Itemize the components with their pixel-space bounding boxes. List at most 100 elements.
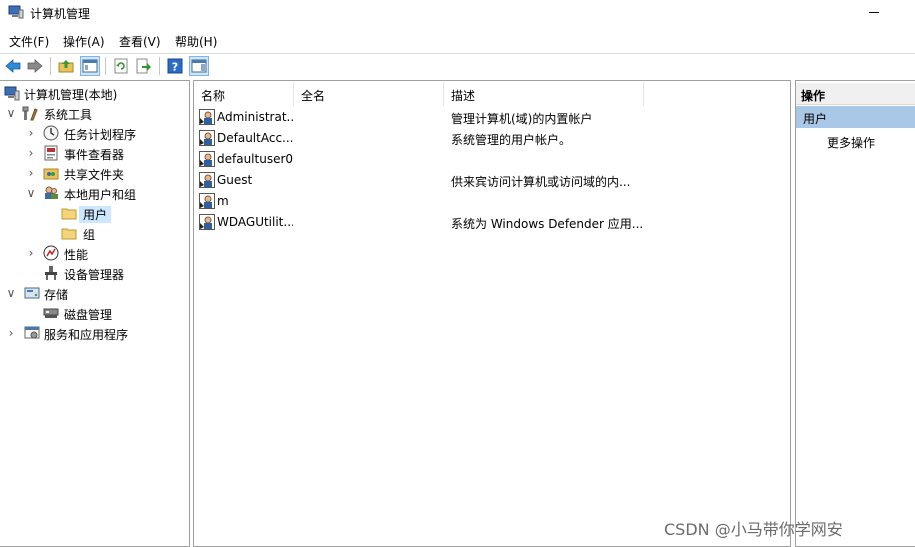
- menu-bar: 文件(F) 操作(A) 查看(V) 帮助(H): [0, 29, 915, 51]
- tree-item-disk-management[interactable]: 磁盘管理: [0, 303, 189, 323]
- user-icon: [199, 172, 215, 188]
- tree-item-system-tools[interactable]: ∨ 系统工具: [0, 103, 189, 123]
- user-description-cell: 系统管理的用户帐户。: [451, 133, 572, 147]
- clock-icon: [43, 125, 59, 141]
- tree-label-disk-management: 磁盘管理: [64, 308, 113, 322]
- table-row[interactable]: DefaultAcc... 系统管理的用户帐户。: [196, 128, 790, 149]
- menu-action[interactable]: 操作(A): [63, 33, 105, 50]
- chevron-right-icon[interactable]: ›: [5, 326, 17, 340]
- tree-label-system-tools: 系统工具: [44, 108, 93, 122]
- tree-label-services-apps: 服务和应用程序: [44, 328, 129, 342]
- tree-item-shared-folders[interactable]: › 共享文件夹: [0, 163, 189, 183]
- table-row[interactable]: m: [196, 191, 790, 212]
- user-name-cell: DefaultAcc...: [217, 131, 293, 145]
- title-bar: 计算机管理: [0, 0, 915, 26]
- chevron-right-icon[interactable]: ›: [25, 166, 37, 180]
- svg-text:?: ?: [172, 61, 178, 74]
- chevron-down-icon[interactable]: ∨: [5, 286, 17, 300]
- tree-label-device-manager: 设备管理器: [64, 268, 125, 282]
- column-header-name[interactable]: 名称: [194, 82, 294, 106]
- user-description-cell: 管理计算机(域)的内置帐户: [451, 112, 593, 126]
- menu-file[interactable]: 文件(F): [9, 33, 49, 50]
- menu-view[interactable]: 查看(V): [119, 33, 161, 50]
- window-title: 计算机管理: [30, 7, 91, 21]
- tree-item-services-apps[interactable]: › 服务和应用程序: [0, 323, 189, 343]
- users-list: 名称 全名 描述 Administrat... 管理计算机(域)的内置帐户 Defa…: [193, 80, 791, 547]
- tree-item-task-scheduler[interactable]: › 任务计划程序: [0, 123, 189, 143]
- user-name-cell: m: [217, 194, 229, 208]
- up-folder-icon[interactable]: [56, 56, 76, 76]
- tree-label-shared-folders: 共享文件夹: [64, 168, 125, 182]
- tree-item-device-manager[interactable]: 设备管理器: [0, 263, 189, 283]
- table-row[interactable]: Administrat... 管理计算机(域)的内置帐户: [196, 107, 790, 128]
- watermark: CSDN @小马带你学网安: [664, 520, 843, 539]
- chevron-right-icon[interactable]: ›: [25, 126, 37, 140]
- tree-label-users: 用户: [79, 206, 112, 223]
- performance-icon: [43, 245, 59, 261]
- computer-management-icon: [4, 86, 20, 101]
- toolbar-separator: [105, 57, 106, 75]
- show-hide-tree-icon[interactable]: [80, 56, 100, 76]
- tree-item-event-viewer[interactable]: › 事件查看器: [0, 143, 189, 163]
- tree-item-users[interactable]: 用户: [0, 203, 189, 223]
- actions-section-users[interactable]: 用户: [796, 106, 915, 128]
- toolbar: ?: [0, 53, 915, 77]
- tree-label-performance: 性能: [64, 248, 89, 262]
- tree-label-storage: 存储: [44, 288, 69, 302]
- help-icon[interactable]: ?: [165, 56, 185, 76]
- shared-folder-icon: [43, 168, 59, 180]
- more-actions-link[interactable]: 更多操作: [827, 134, 875, 151]
- user-name-cell: WDAGUtilit...: [217, 215, 293, 229]
- forward-icon[interactable]: [25, 56, 45, 76]
- table-row[interactable]: defaultuser0: [196, 149, 790, 170]
- services-icon: [24, 326, 40, 339]
- folder-icon: [61, 228, 77, 240]
- tree-label-root: 计算机管理(本地): [24, 88, 118, 102]
- tree-item-performance[interactable]: › 性能: [0, 243, 189, 263]
- chevron-down-icon[interactable]: ∨: [25, 186, 37, 200]
- user-description-cell: 供来宾访问计算机或访问域的内...: [451, 175, 631, 189]
- menu-help[interactable]: 帮助(H): [175, 33, 217, 50]
- column-header-description[interactable]: 描述: [444, 82, 644, 106]
- tree-item-groups[interactable]: 组: [0, 223, 189, 243]
- tree-label-event-viewer: 事件查看器: [64, 148, 125, 162]
- tree-label-task-scheduler: 任务计划程序: [64, 128, 137, 142]
- chevron-down-icon[interactable]: ∨: [5, 106, 17, 120]
- disk-icon: [43, 308, 59, 318]
- toolbar-separator: [159, 57, 160, 75]
- export-list-icon[interactable]: [134, 56, 154, 76]
- toolbar-separator: [50, 57, 51, 75]
- tree-label-local-users-groups: 本地用户和组: [64, 188, 137, 202]
- refresh-icon[interactable]: [111, 56, 131, 76]
- device-manager-icon: [45, 266, 57, 280]
- table-row[interactable]: Guest 供来宾访问计算机或访问域的内...: [196, 170, 790, 191]
- user-icon: [199, 214, 215, 230]
- storage-icon: [24, 287, 40, 299]
- action-pane-icon[interactable]: [189, 56, 209, 76]
- user-name-cell: Administrat...: [217, 110, 293, 124]
- folder-icon: [61, 208, 77, 220]
- tree-label-groups: 组: [83, 228, 96, 242]
- navigation-tree: 计算机管理(本地) ∨ 系统工具 › 任务计划程序 › 事件查看器 › 共享文件…: [0, 80, 190, 547]
- tree-item-local-users-groups[interactable]: ∨ 本地用户和组: [0, 183, 189, 203]
- tools-icon: [22, 106, 38, 121]
- tree-item-storage[interactable]: ∨ 存储: [0, 283, 189, 303]
- user-icon: [199, 151, 215, 167]
- user-name-cell: defaultuser0: [217, 152, 293, 166]
- chevron-right-icon[interactable]: ›: [25, 146, 37, 160]
- user-icon: [199, 130, 215, 146]
- user-icon: [199, 109, 215, 125]
- user-description-cell: 系统为 Windows Defender 应用...: [451, 217, 644, 231]
- actions-pane: 操作 用户 更多操作: [795, 80, 915, 547]
- computer-management-icon: [8, 5, 24, 19]
- tree-item-root[interactable]: 计算机管理(本地): [0, 83, 189, 103]
- table-row[interactable]: WDAGUtilit... 系统为 Windows Defender 应用...: [196, 212, 790, 233]
- users-group-icon: [45, 186, 58, 199]
- user-icon: [199, 193, 215, 209]
- back-icon[interactable]: [3, 56, 23, 76]
- user-name-cell: Guest: [217, 173, 253, 187]
- chevron-right-icon[interactable]: ›: [25, 246, 37, 260]
- column-header-fullname[interactable]: 全名: [294, 82, 444, 106]
- minimize-button[interactable]: [860, 0, 890, 24]
- event-viewer-icon: [44, 145, 58, 161]
